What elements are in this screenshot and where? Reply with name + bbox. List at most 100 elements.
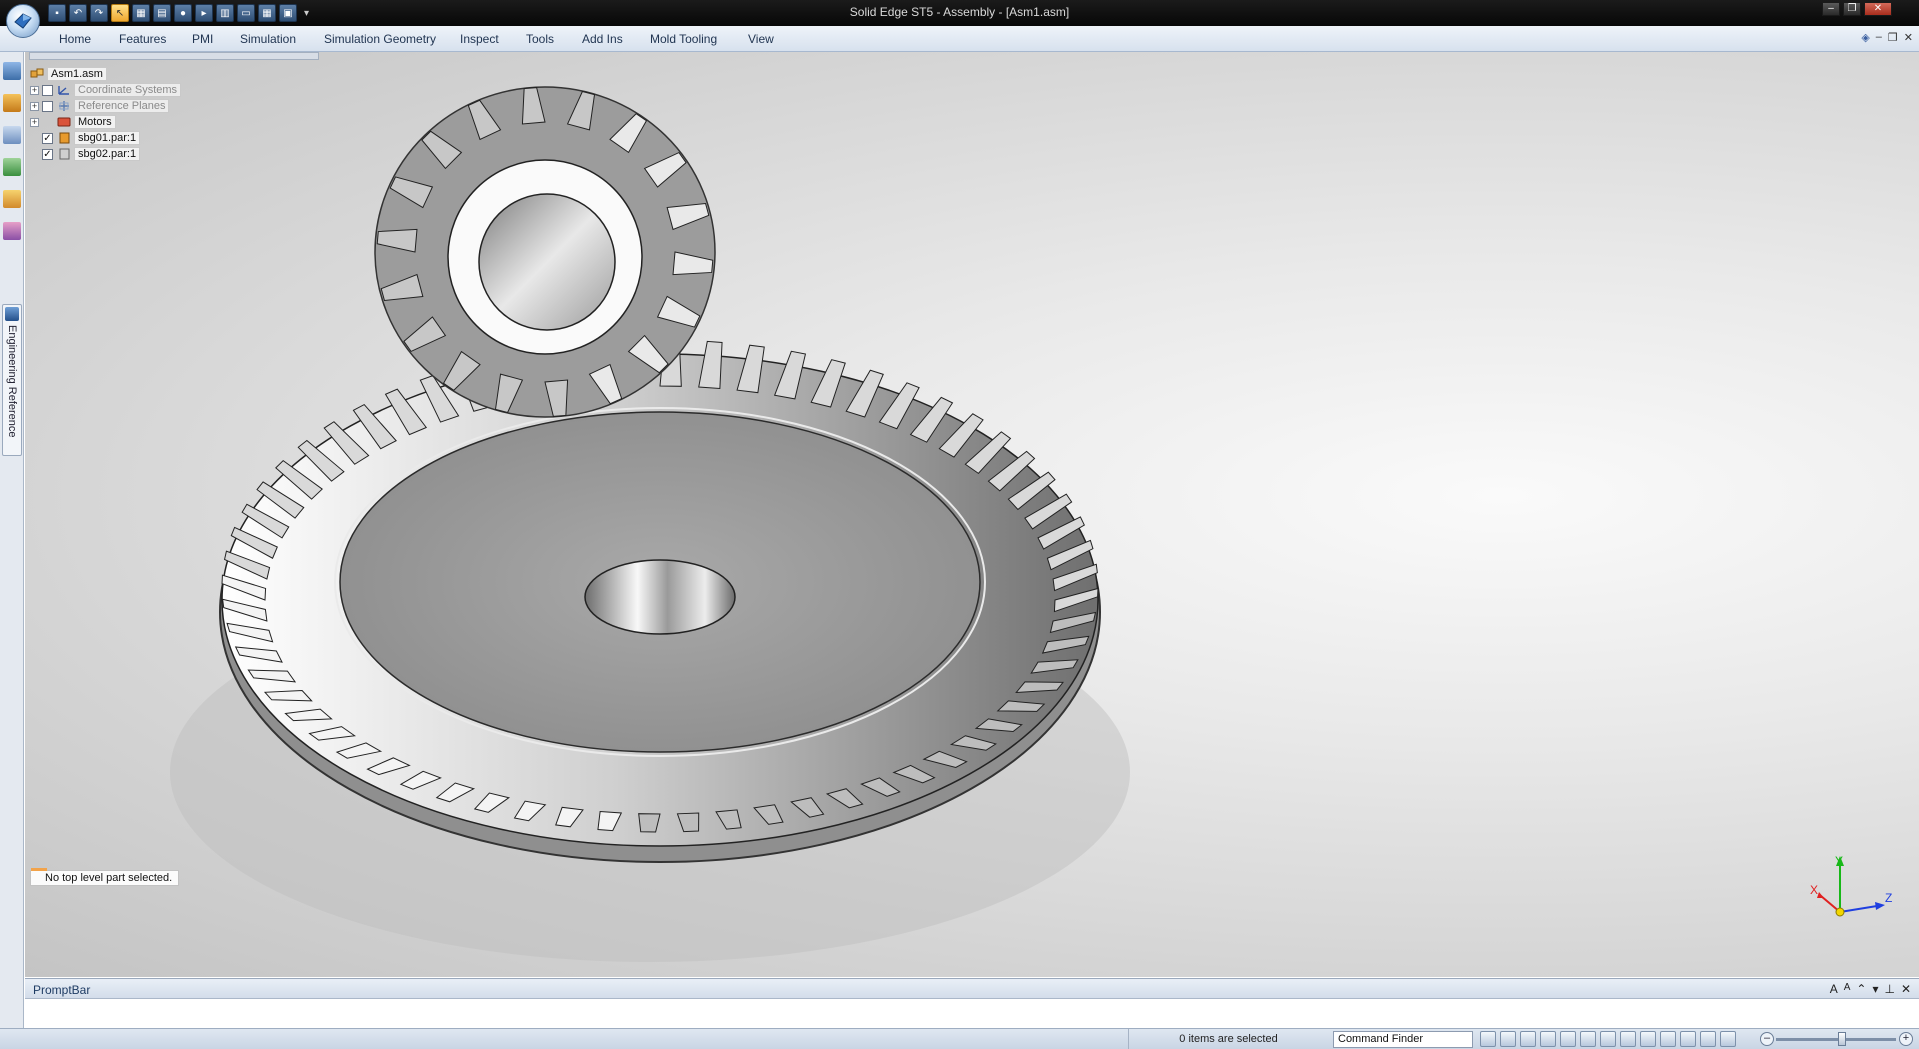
tree-item-label: Motors	[74, 115, 116, 129]
collapse-icon[interactable]: ⌃	[1856, 982, 1866, 996]
zoom-area-icon[interactable]	[1500, 1031, 1516, 1047]
named-views-icon[interactable]	[1660, 1031, 1676, 1047]
visibility-checkbox[interactable]	[42, 100, 53, 112]
document-window-controls: ◈ – ❐ ✕	[1861, 31, 1913, 44]
shaded-icon[interactable]	[1700, 1031, 1716, 1047]
zoom-out-icon[interactable]: –	[1760, 1032, 1774, 1046]
docking-tab-bar: Engineering Reference	[0, 52, 24, 1049]
prompt-bar-title: PromptBar	[33, 983, 91, 997]
tab-features[interactable]: Features	[119, 32, 166, 46]
selection-count: 0 items are selected	[1128, 1029, 1328, 1049]
solid-edge-logo-icon	[14, 13, 32, 29]
visibility-checkbox[interactable]	[42, 84, 53, 96]
tab-add-ins[interactable]: Add Ins	[582, 32, 623, 46]
view-tools	[1480, 1031, 1736, 1047]
pathfinder-icon[interactable]	[3, 62, 21, 80]
maximize-button[interactable]: ❐	[1843, 2, 1861, 16]
prompt-bar-controls: A A ⌃ ▾ ⊥ ✕	[1830, 982, 1911, 996]
expand-icon[interactable]: +	[30, 85, 39, 95]
tab-simulation[interactable]: Simulation	[240, 32, 296, 46]
triad-y-label: Y	[1835, 854, 1843, 868]
prompt-bar-text-area[interactable]	[25, 999, 1919, 1029]
sketch-view-icon[interactable]	[1620, 1031, 1636, 1047]
expand-icon[interactable]: +	[30, 101, 39, 111]
tab-tools[interactable]: Tools	[526, 32, 554, 46]
feature-library-icon[interactable]	[3, 222, 21, 240]
application-button[interactable]	[6, 4, 40, 38]
tab-home[interactable]: Home	[59, 32, 91, 46]
minimize-button[interactable]: –	[1822, 2, 1840, 16]
visibility-checkbox[interactable]: ✓	[42, 148, 53, 160]
tree-item-sbg02[interactable]: ✓ sbg02.par:1	[30, 146, 290, 162]
tab-view[interactable]: View	[748, 32, 774, 46]
doc-restore-icon[interactable]: ❐	[1888, 31, 1898, 44]
tab-pmi[interactable]: PMI	[192, 32, 213, 46]
engineering-reference-icon	[5, 307, 19, 321]
font-increase-icon[interactable]: A	[1830, 982, 1838, 996]
gear-assembly-model[interactable]	[25, 52, 1919, 977]
zoom-in-icon[interactable]: +	[1899, 1032, 1913, 1046]
tree-root-label: Asm1.asm	[47, 67, 107, 81]
ribbon-tab-bar: Home Features PMI Simulation Simulation …	[0, 26, 1919, 52]
dropdown-icon[interactable]: ▾	[1872, 982, 1878, 996]
close-button[interactable]: ✕	[1864, 2, 1892, 16]
visibility-checkbox[interactable]: ✓	[42, 132, 53, 144]
window-title: Solid Edge ST5 - Assembly - [Asm1.asm]	[849, 5, 1070, 19]
tree-item-label: sbg01.par:1	[74, 131, 141, 145]
zoom-icon[interactable]	[1520, 1031, 1536, 1047]
view-orientation-triad[interactable]: Y X Z	[1805, 852, 1895, 922]
assembly-icon	[30, 68, 44, 78]
prompt-bar: PromptBar A A ⌃ ▾ ⊥ ✕	[25, 978, 1919, 1029]
status-bar: 0 items are selected Command Finder – +	[0, 1028, 1919, 1049]
pan-icon[interactable]	[1560, 1031, 1576, 1047]
layers-icon[interactable]	[3, 126, 21, 144]
part-icon	[59, 148, 70, 160]
engineering-reference-tab[interactable]: Engineering Reference	[2, 304, 22, 456]
tree-item-sbg01[interactable]: ✓ sbg01.par:1	[30, 130, 290, 146]
title-bar: ▪ ↶ ↷ ↖ ▦ ▤ ● ▸ ▥ ▭ ▦ ▣ ▾ Solid Edge ST5…	[0, 0, 1919, 26]
selection-status-note: No top level part selected.	[30, 868, 180, 886]
coordinate-system-icon	[58, 86, 69, 95]
ring-gear-tooth	[638, 813, 661, 833]
common-views-icon[interactable]	[1640, 1031, 1656, 1047]
prompt-close-icon[interactable]: ✕	[1901, 982, 1911, 996]
rotate-icon[interactable]	[1580, 1031, 1596, 1047]
tab-simulation-geometry[interactable]: Simulation Geometry	[324, 32, 436, 46]
tree-item-motors[interactable]: + Motors	[30, 114, 290, 130]
alternate-assemblies-icon[interactable]	[3, 158, 21, 176]
help-icon[interactable]: ◈	[1861, 31, 1869, 44]
tree-item-coordinate-systems[interactable]: + Coordinate Systems	[30, 82, 290, 98]
display-style-icon[interactable]	[1720, 1031, 1736, 1047]
view-orientation-icon[interactable]	[1680, 1031, 1696, 1047]
pinion-bore	[478, 193, 616, 331]
tree-root[interactable]: Asm1.asm	[30, 66, 290, 82]
spin-about-icon[interactable]	[1600, 1031, 1616, 1047]
refresh-icon[interactable]	[1480, 1031, 1496, 1047]
ring-gear-bore	[584, 559, 736, 635]
graphics-window[interactable]: Asm1.asm + Coordinate Systems + Referenc…	[25, 52, 1919, 977]
part-icon	[59, 132, 70, 144]
command-finder-input[interactable]: Command Finder	[1333, 1031, 1473, 1048]
pinion-gear	[374, 86, 716, 418]
zoom-slider-thumb[interactable]	[1838, 1032, 1846, 1046]
doc-minimize-icon[interactable]: –	[1876, 31, 1882, 44]
sensors-icon[interactable]	[3, 190, 21, 208]
tree-item-reference-planes[interactable]: + Reference Planes	[30, 98, 290, 114]
parts-library-icon[interactable]	[3, 94, 21, 112]
tab-mold-tooling[interactable]: Mold Tooling	[650, 32, 717, 46]
fit-icon[interactable]	[1540, 1031, 1556, 1047]
pathfinder-tree: Asm1.asm + Coordinate Systems + Referenc…	[30, 66, 290, 162]
tree-item-label: Reference Planes	[74, 99, 170, 113]
pin-icon[interactable]: ⊥	[1884, 982, 1894, 996]
tab-inspect[interactable]: Inspect	[460, 32, 499, 46]
reference-plane-icon	[59, 101, 69, 111]
expand-icon[interactable]: +	[30, 117, 39, 127]
zoom-slider-track[interactable]	[1776, 1038, 1896, 1041]
font-decrease-icon[interactable]: A	[1844, 982, 1851, 996]
doc-close-icon[interactable]: ✕	[1904, 31, 1913, 44]
tree-item-label: Coordinate Systems	[74, 83, 182, 97]
triad-x-label: X	[1810, 883, 1818, 897]
triad-z-label: Z	[1885, 891, 1892, 905]
tree-item-label: sbg02.par:1	[74, 147, 141, 161]
motor-icon	[57, 117, 71, 127]
